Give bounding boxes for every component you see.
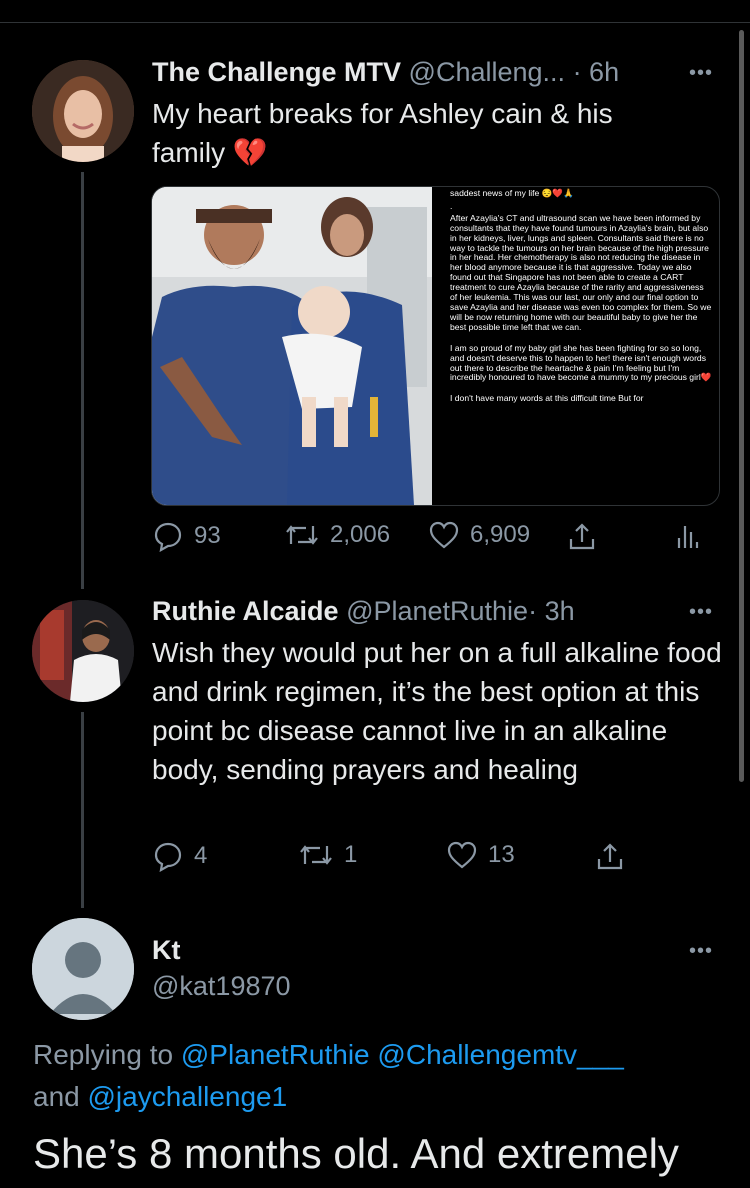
avatar-the-challenge[interactable]: [32, 60, 134, 162]
analytics-icon: [677, 526, 699, 548]
mention-jaychallenge1[interactable]: @jaychallenge1: [88, 1081, 288, 1112]
note-paragraph-1: After Azaylia's CT and ultrasound scan w…: [450, 212, 712, 332]
more-options-icon[interactable]: •••: [689, 601, 713, 624]
replying-to: Replying to @PlanetRuthie @Challengemtv_…: [33, 1034, 723, 1118]
handle[interactable]: @PlanetRuthie: [346, 596, 528, 626]
share-icon: [597, 843, 623, 870]
share-button[interactable]: [566, 520, 598, 552]
tweet1-actions: 93 2,006 6,909: [152, 520, 712, 556]
media-text-note: saddest news of my life 😔❤️🙏 . After Aza…: [450, 187, 712, 505]
note-header: saddest news of my life 😔❤️🙏: [450, 188, 574, 198]
share-button[interactable]: [594, 840, 626, 872]
tweet-text-body: My heart breaks for Ashley cain & his fa…: [152, 98, 613, 168]
tweet2-actions: 4 1 13: [152, 840, 712, 876]
default-avatar-icon: [32, 918, 134, 1020]
handle[interactable]: @Challeng...: [409, 57, 566, 87]
avatar-kt[interactable]: [32, 918, 134, 1020]
heart-icon: [429, 521, 459, 549]
reply-icon: [154, 842, 182, 872]
top-divider: [0, 22, 750, 23]
tweet2-header: Ruthie Alcaide @PlanetRuthie· 3h: [152, 596, 575, 627]
retweet-button[interactable]: 2,006: [284, 520, 390, 550]
reply-icon: [154, 522, 182, 552]
scrollbar[interactable]: [739, 30, 744, 782]
reply-button[interactable]: 93: [152, 520, 221, 552]
reply-count: 4: [194, 842, 208, 869]
note-dot: .: [450, 200, 453, 211]
broken-heart-emoji: 💔: [232, 137, 268, 168]
thread-line: [81, 172, 84, 589]
retweet-count: 1: [344, 841, 358, 868]
heart-icon: [447, 841, 477, 869]
more-options-icon[interactable]: •••: [689, 62, 713, 85]
like-count: 6,909: [470, 521, 531, 548]
display-name[interactable]: Ruthie Alcaide: [152, 596, 339, 626]
replying-prefix: Replying to: [33, 1039, 174, 1070]
tweet-text: Wish they would put her on a full alkali…: [152, 637, 722, 785]
tweet1-header: The Challenge MTV @Challeng... · 6h: [152, 57, 619, 88]
avatar-ruthie[interactable]: [32, 600, 134, 702]
display-name[interactable]: The Challenge MTV: [152, 57, 401, 87]
retweet-icon: [300, 845, 332, 865]
replying-and: and: [33, 1081, 80, 1112]
retweet-button[interactable]: 1: [298, 840, 357, 870]
tweet-media[interactable]: saddest news of my life 😔❤️🙏 . After Aza…: [151, 186, 720, 506]
timestamp[interactable]: · 6h: [573, 57, 620, 87]
reply-count: 93: [194, 522, 221, 549]
timestamp[interactable]: · 3h: [528, 596, 575, 626]
share-icon: [569, 523, 595, 550]
more-options-icon[interactable]: •••: [689, 940, 713, 963]
handle[interactable]: @kat19870: [152, 971, 291, 1002]
retweet-count: 2,006: [330, 521, 391, 548]
media-photo[interactable]: [152, 187, 432, 505]
display-name[interactable]: Kt: [152, 935, 181, 966]
like-count: 13: [488, 841, 515, 868]
like-button[interactable]: 13: [446, 840, 515, 870]
reply-button[interactable]: 4: [152, 840, 207, 872]
mention-planetruthie[interactable]: @PlanetRuthie: [181, 1039, 370, 1070]
tweet-text: My heart breaks for Ashley cain & his fa…: [152, 94, 692, 172]
retweet-icon: [286, 525, 318, 545]
thread-line: [81, 712, 84, 908]
like-button[interactable]: 6,909: [428, 520, 530, 550]
note-paragraph-3: I don't have many words at this difficul…: [450, 393, 644, 404]
mention-challengemtv[interactable]: @Challengemtv___: [377, 1039, 623, 1070]
analytics-button[interactable]: [674, 520, 702, 550]
note-paragraph-2: I am so proud of my baby girl she has be…: [450, 342, 712, 383]
tweet-text: She’s 8 months old. And extremely: [33, 1130, 679, 1177]
